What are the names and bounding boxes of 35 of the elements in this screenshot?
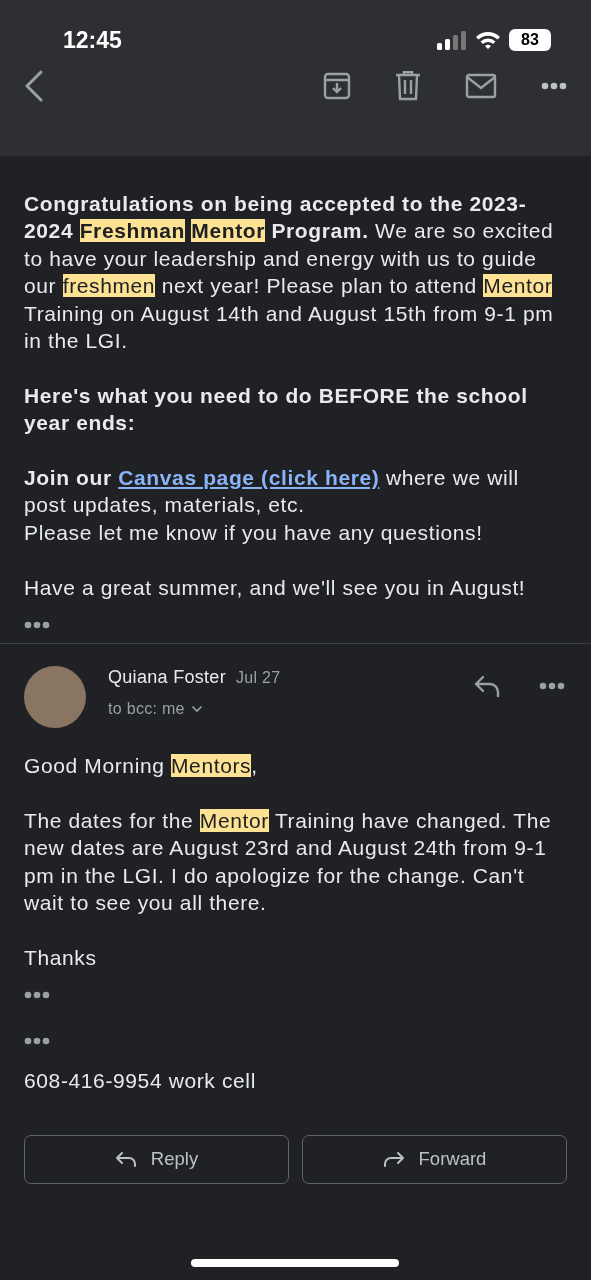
dots-icon	[24, 621, 50, 630]
body-text: Here's what you need to do BEFORE the school year ends:	[24, 382, 529, 437]
dots-icon	[24, 991, 50, 1000]
forward-button[interactable]: Forward	[302, 1134, 567, 1184]
battery-indicator: 83	[509, 29, 551, 51]
body-text: Have a great summer, and we'll see you in August!	[24, 574, 527, 601]
show-trimmed-button[interactable]	[24, 1037, 50, 1046]
wifi-icon	[475, 30, 501, 50]
message-date: Jul 27	[235, 669, 281, 688]
body-text: Please let me know if you have any questions!	[24, 519, 484, 546]
more-icon[interactable]	[541, 82, 567, 90]
body-text: Good Morning Mentors,	[24, 753, 259, 780]
signal-icon	[437, 30, 467, 50]
more-icon[interactable]	[539, 682, 565, 691]
body-text: Thanks	[24, 944, 98, 971]
show-trimmed-button[interactable]	[24, 991, 50, 1000]
archive-icon[interactable]	[323, 72, 351, 100]
show-trimmed-button[interactable]	[24, 621, 50, 630]
reply-icon[interactable]	[473, 674, 501, 699]
mail-icon[interactable]	[465, 73, 497, 99]
status-time: 12:45	[63, 26, 122, 54]
forward-icon	[382, 1151, 405, 1168]
body-text: 608-416-9954 work cell	[24, 1068, 257, 1095]
reply-icon	[114, 1151, 137, 1168]
back-icon[interactable]	[24, 70, 44, 102]
trash-icon[interactable]	[395, 71, 421, 101]
body-text: Congratulations on being accepted to the 2023-2024 Freshman Mentor Program. We are so excited to have your leadership and energy with us to guide our freshmen next year! Please plan to attend Mentor Training on August 14th and August 15th from 9-1 pm in the LGI.	[24, 191, 555, 355]
body-text: The dates for the Mentor Training have changed. The new dates are August 23rd and August 24th from 9-1 pm in the LGI. I do apologize for the change. Can't wait to see you all there.	[24, 807, 553, 917]
body-text: Join our Canvas page (click here) where we will post updates, materials, etc.	[24, 465, 520, 519]
canvas-link[interactable]: Canvas page (click here)	[118, 466, 380, 490]
chevron-down-icon[interactable]	[190, 705, 203, 714]
reply-button[interactable]: Reply	[24, 1134, 289, 1184]
recipients-text: to bcc: me	[108, 700, 185, 719]
dots-icon	[24, 1037, 50, 1046]
sender-name: Quiana Foster	[108, 667, 226, 689]
